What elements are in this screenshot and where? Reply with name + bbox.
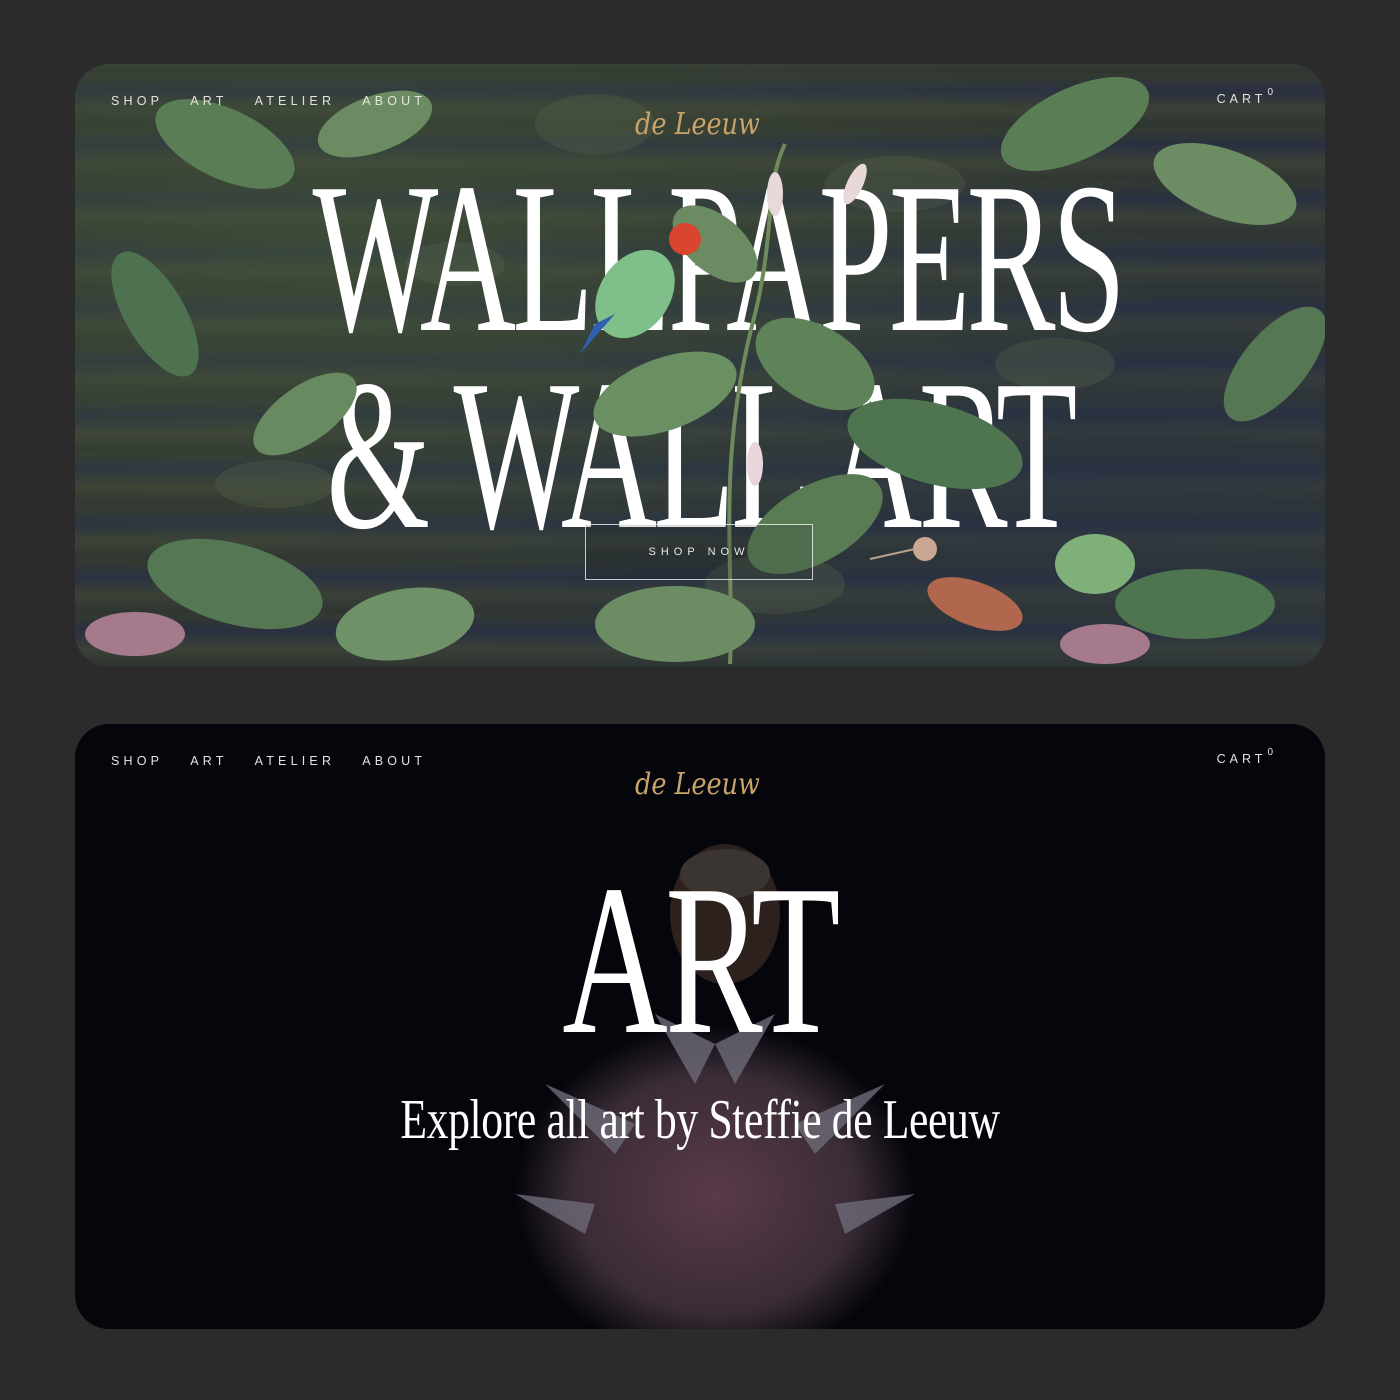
cart-count-badge: 0: [1267, 87, 1273, 98]
de-leeuw-logo[interactable]: de Leeuw: [635, 762, 765, 812]
nav-item-about[interactable]: ABOUT: [362, 94, 426, 108]
cart-link[interactable]: CART0: [1216, 747, 1273, 766]
cart-count-badge: 0: [1267, 747, 1273, 758]
wallpapers-hero-card: SHOP ART ATELIER ABOUT de Leeuw CART0 WA…: [75, 64, 1325, 667]
svg-text:de Leeuw: de Leeuw: [635, 766, 760, 802]
hero-headline-line1: WALLPAPERS: [312, 138, 1126, 377]
nav-item-art[interactable]: ART: [190, 754, 227, 768]
nav-item-shop[interactable]: SHOP: [111, 754, 163, 768]
nav-item-atelier[interactable]: ATELIER: [255, 754, 336, 768]
cart-label: CART: [1216, 752, 1267, 766]
art-page-title: ART: [562, 840, 840, 1079]
cart-link[interactable]: CART0: [1216, 87, 1273, 106]
nav-item-shop[interactable]: SHOP: [111, 94, 163, 108]
svg-text:de Leeuw: de Leeuw: [635, 106, 760, 142]
art-page-card: SHOP ART ATELIER ABOUT de Leeuw CART0 AR…: [75, 724, 1325, 1329]
shop-now-button[interactable]: SHOP NOW: [585, 524, 813, 580]
de-leeuw-logo[interactable]: de Leeuw: [635, 102, 765, 152]
nav-item-art[interactable]: ART: [190, 94, 227, 108]
nav-item-atelier[interactable]: ATELIER: [255, 94, 336, 108]
art-page-subtitle: Explore all art by Steffie de Leeuw: [400, 1089, 1000, 1151]
cart-label: CART: [1216, 92, 1267, 106]
nav-item-about[interactable]: ABOUT: [362, 754, 426, 768]
main-nav: SHOP ART ATELIER ABOUT: [111, 94, 426, 108]
main-nav: SHOP ART ATELIER ABOUT: [111, 754, 426, 768]
